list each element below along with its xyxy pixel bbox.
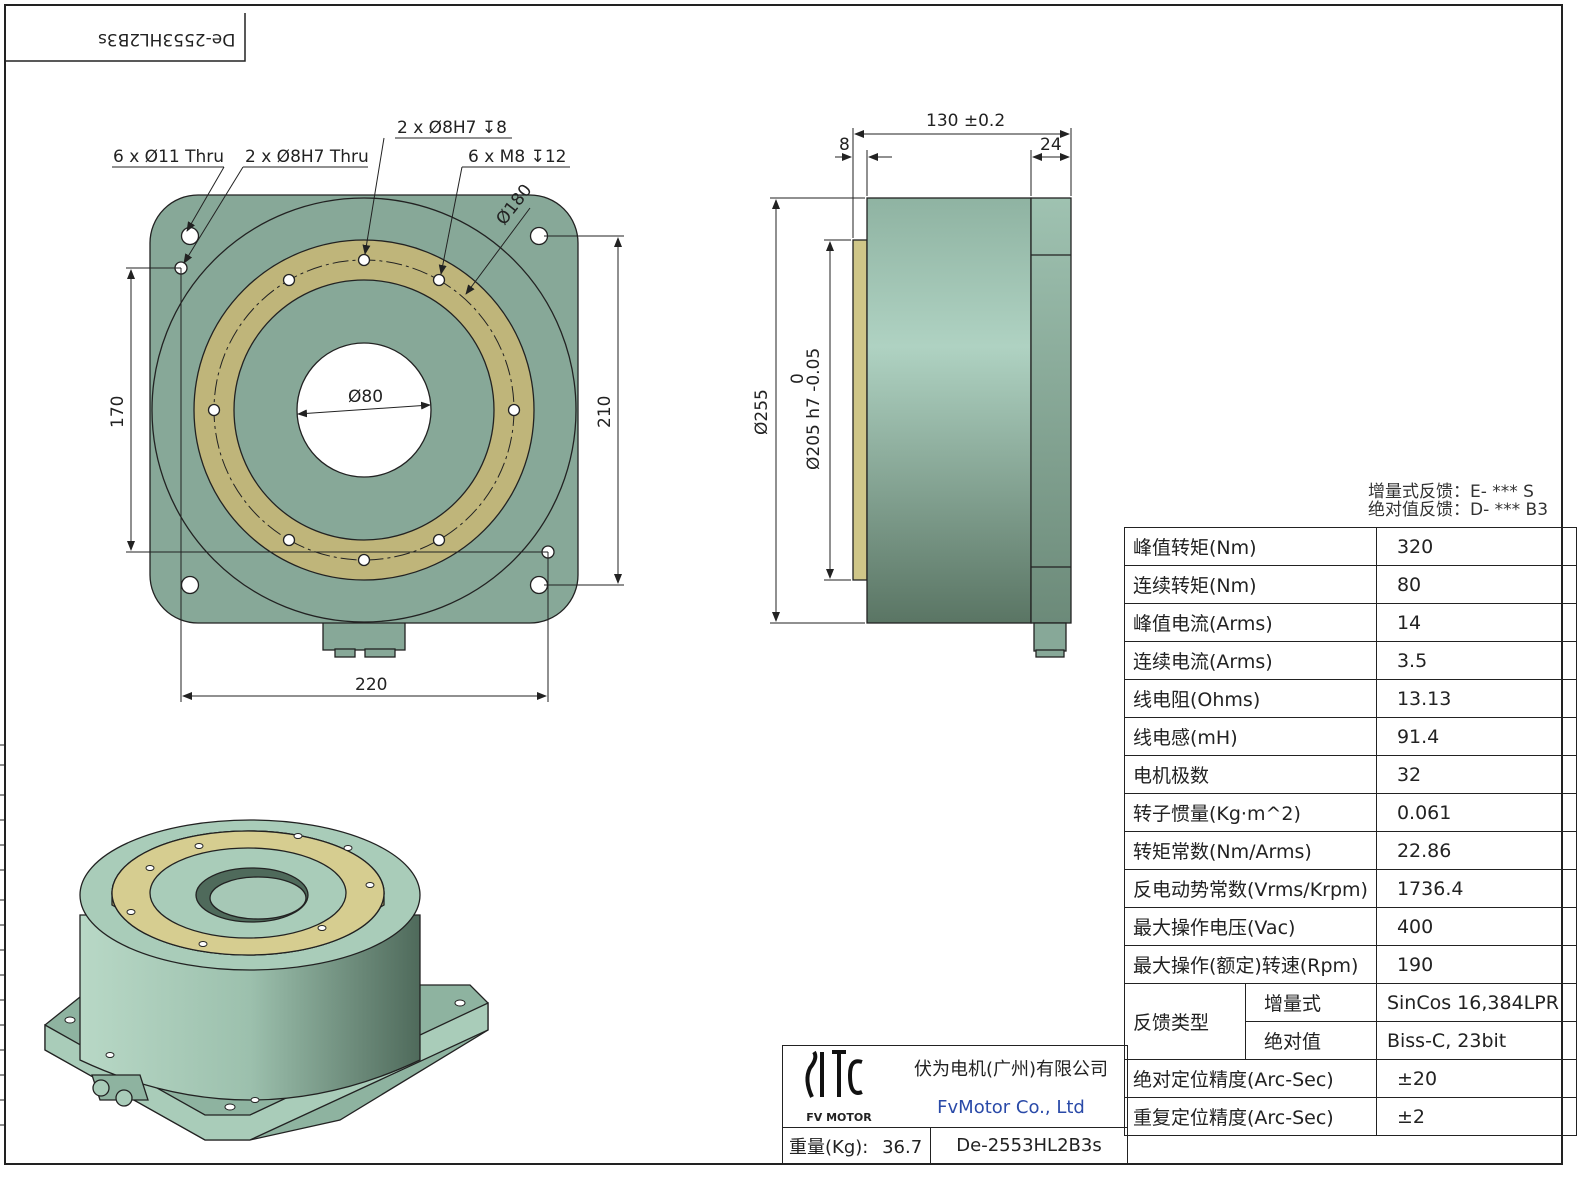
iso-view [44, 819, 489, 1141]
spec-row: 转矩常数(Nm/Arms) 22.86 [1124, 831, 1577, 870]
spec-sublabel: 绝对值 [1244, 1021, 1377, 1060]
spec-value: ±2 [1375, 1097, 1577, 1136]
spec-value: 22.86 [1375, 831, 1577, 870]
spec-label: 连续转矩(Nm) [1124, 565, 1377, 604]
connector-block [322, 619, 406, 651]
spec-label: 绝对定位精度(Arc-Sec) [1124, 1059, 1377, 1098]
side-view [852, 197, 1072, 658]
spec-row: 峰值转矩(Nm) 320 [1124, 527, 1577, 566]
dim-170: 170 [108, 395, 128, 428]
spec-value: 32 [1375, 755, 1577, 794]
spec-value: 0.061 [1375, 793, 1577, 832]
spec-label: 反馈类型 [1124, 983, 1246, 1060]
spec-label: 最大操作电压(Vac) [1124, 907, 1377, 946]
spec-row: 最大操作(额定)转速(Rpm) 190 [1124, 945, 1577, 984]
spec-row: 电机极数 32 [1124, 755, 1577, 794]
spec-label: 连续电流(Arms) [1124, 641, 1377, 680]
spec-value: 3.5 [1375, 641, 1577, 680]
spec-value: 91.4 [1375, 717, 1577, 756]
spec-sublabel: 增量式 [1244, 983, 1377, 1022]
spec-value: 14 [1375, 603, 1577, 642]
spec-row: 转子惯量(Kg·m^2) 0.061 [1124, 793, 1577, 832]
spec-label: 峰值转矩(Nm) [1124, 527, 1377, 566]
dim-205-upper: 0 [788, 373, 808, 384]
spec-row-feedback-inc: 反馈类型 增量式 SinCos 16,384LPR [1124, 983, 1577, 1060]
spec-row: 线电感(mH) 91.4 [1124, 717, 1577, 756]
spec-value: 13.13 [1375, 679, 1577, 718]
note-absolute: 绝对值反馈：D- *** B3 [1368, 500, 1549, 520]
spec-value: 320 [1375, 527, 1577, 566]
spec-label: 重复定位精度(Arc-Sec) [1124, 1097, 1377, 1136]
spec-row-abs-accuracy: 绝对定位精度(Arc-Sec) ±20 [1124, 1059, 1577, 1098]
part-code-flipped: De-2553HL2B3s [98, 29, 236, 49]
spec-value: ±20 [1375, 1059, 1577, 1098]
part-number: De-2553HL2B3s [930, 1127, 1128, 1164]
spec-value: 190 [1375, 945, 1577, 984]
dim-220: 220 [355, 675, 388, 695]
company-cn: 伏为电机(广州)有限公司 [913, 1059, 1109, 1080]
spec-label: 线电感(mH) [1124, 717, 1377, 756]
dim-length: 130 ±0.2 [926, 111, 1006, 131]
callout-pin-depth: 2 x Ø8H7 ↧8 [397, 118, 507, 138]
title-block: FV MOTOR 伏为电机(广州)有限公司 FvMotor Co., Ltd 重… [782, 1045, 1128, 1164]
dim-24: 24 [1040, 135, 1062, 155]
spec-value: 400 [1375, 907, 1577, 946]
spec-value: 80 [1375, 565, 1577, 604]
spec-row: 连续转矩(Nm) 80 [1124, 565, 1577, 604]
spec-label: 线电阻(Ohms) [1124, 679, 1377, 718]
spec-row: 连续电流(Arms) 3.5 [1124, 641, 1577, 680]
spec-row: 反电动势常数(Vrms/Krpm) 1736.4 [1124, 869, 1577, 908]
spec-value: 1736.4 [1375, 869, 1577, 908]
spec-value: SinCos 16,384LPR [1375, 983, 1577, 1022]
front-view [149, 194, 579, 658]
note-incremental: 增量式反馈：E- *** S [1368, 482, 1534, 502]
dim-255: Ø255 [752, 389, 772, 435]
dim-205: Ø205 h7 -0.05 [804, 347, 824, 470]
company-en: FvMotor Co., Ltd [937, 1097, 1085, 1118]
spec-row-repeat-accuracy: 重复定位精度(Arc-Sec) ±2 [1124, 1097, 1577, 1136]
flange-side [1030, 197, 1072, 624]
weight-value: 36.7 [882, 1136, 923, 1158]
dim-8: 8 [839, 135, 850, 155]
spec-label: 转矩常数(Nm/Arms) [1124, 831, 1377, 870]
spec-label: 转子惯量(Kg·m^2) [1124, 793, 1377, 832]
spec-label: 最大操作(额定)转速(Rpm) [1124, 945, 1377, 984]
spec-label: 峰值电流(Arms) [1124, 603, 1377, 642]
spec-row: 最大操作电压(Vac) 400 [1124, 907, 1577, 946]
pilot-ring [852, 239, 868, 581]
spec-table: 峰值转矩(Nm) 320 连续转矩(Nm) 80 峰值电流(Arms) 14 连续电流(Ar… [1124, 527, 1577, 1136]
spec-label: 电机极数 [1124, 755, 1377, 794]
callout-pin-thru: 2 x Ø8H7 Thru [245, 147, 369, 167]
spec-label: 反电动势常数(Vrms/Krpm) [1124, 869, 1377, 908]
callout-holes-11: 6 x Ø11 Thru [113, 147, 225, 167]
dim-210: 210 [595, 395, 615, 428]
callout-tapped: 6 x M8 ↧12 [468, 147, 567, 167]
spec-row: 峰值电流(Arms) 14 [1124, 603, 1577, 642]
motor-body-side [866, 197, 1032, 624]
logo-text: FV MOTOR [782, 1045, 895, 1128]
dim-bore: Ø80 [348, 387, 384, 407]
weight-label: 重量(Kg): [789, 1136, 869, 1158]
spec-row: 线电阻(Ohms) 13.13 [1124, 679, 1577, 718]
spec-value: Biss-C, 23bit [1375, 1021, 1577, 1060]
